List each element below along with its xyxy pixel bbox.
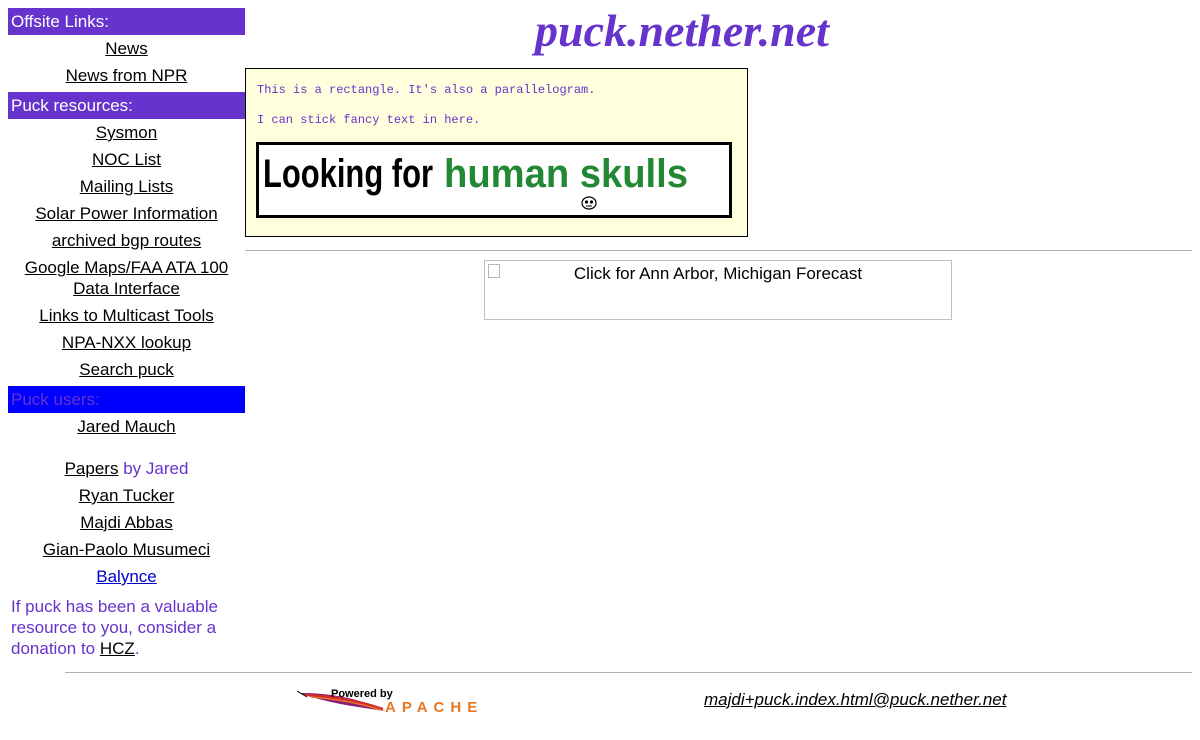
link-solar-power-information[interactable]: Solar Power Information [8,203,245,224]
offsite-links-header: Offsite Links: [8,8,245,35]
puck-resources-list: Sysmon NOC List Mailing Lists Solar Powe… [8,122,245,380]
puck-resources-header: Puck resources: [8,92,245,119]
link-multicast-tools[interactable]: Links to Multicast Tools [8,305,245,326]
link-news-from-npr[interactable]: News from NPR [8,65,245,86]
forecast-alt-text: Click for Ann Arbor, Michigan Forecast [573,264,863,283]
link-jared-mauch[interactable]: Jared Mauch [8,416,245,437]
link-majdi-abbas[interactable]: Majdi Abbas [8,512,245,533]
site-title: puck.nether.net [535,5,829,56]
puck-users-list: Jared Mauch Papers by Jared Ryan Tucker … [8,416,245,587]
powered-by-apache-logo[interactable]: Powered by APACHE [297,685,547,719]
link-papers[interactable]: Papers [65,459,119,478]
link-news[interactable]: News [8,38,245,59]
link-noc-list[interactable]: NOC List [8,149,245,170]
banner-text-human-skulls: human skulls [444,152,688,196]
link-ryan-tucker[interactable]: Ryan Tucker [8,485,245,506]
donation-end: . [134,639,140,658]
puck-users-header: Puck users: [8,386,245,413]
box-line-fancy-text: I can stick fancy text in here. [257,113,481,127]
link-balynce[interactable]: Balynce [8,566,245,587]
forecast-image-link[interactable]: Click for Ann Arbor, Michigan Forecast [484,260,952,320]
papers-suffix: by Jared [118,459,189,478]
link-archived-bgp-routes[interactable]: archived bgp routes [8,230,245,251]
offsite-links-list: News News from NPR [8,38,245,86]
link-hcz[interactable]: HCZ [100,639,135,658]
link-gian-paolo-musumeci[interactable]: Gian-Paolo Musumeci [8,539,245,560]
sidebar: Offsite Links: News News from NPR Puck r… [8,8,245,659]
link-mailing-lists[interactable]: Mailing Lists [8,176,245,197]
papers-line: Papers by Jared [8,458,245,479]
link-google-maps-faa[interactable]: Google Maps/FAA ATA 100 Data Interface [8,257,245,299]
box-line-rectangle: This is a rectangle. It's also a paralle… [257,83,596,97]
skull-icon [581,196,597,210]
divider-bottom [65,672,1192,673]
link-sysmon[interactable]: Sysmon [8,122,245,143]
skulls-banner-graphic: Looking for human skulls [263,152,688,210]
banner-text-looking-for: Looking for [263,152,433,196]
divider-top [245,250,1192,251]
apache-wordmark: APACHE [385,699,483,716]
donation-note: If puck has been a valuable resource to … [8,593,245,659]
fancy-text-box: This is a rectangle. It's also a paralle… [245,68,748,237]
skulls-banner[interactable]: Looking for human skulls [256,142,732,218]
link-search-puck[interactable]: Search puck [8,359,245,380]
link-npa-nxx-lookup[interactable]: NPA-NXX lookup [8,332,245,353]
footer-email-link[interactable]: majdi+puck.index.html@puck.nether.net [704,690,1006,710]
